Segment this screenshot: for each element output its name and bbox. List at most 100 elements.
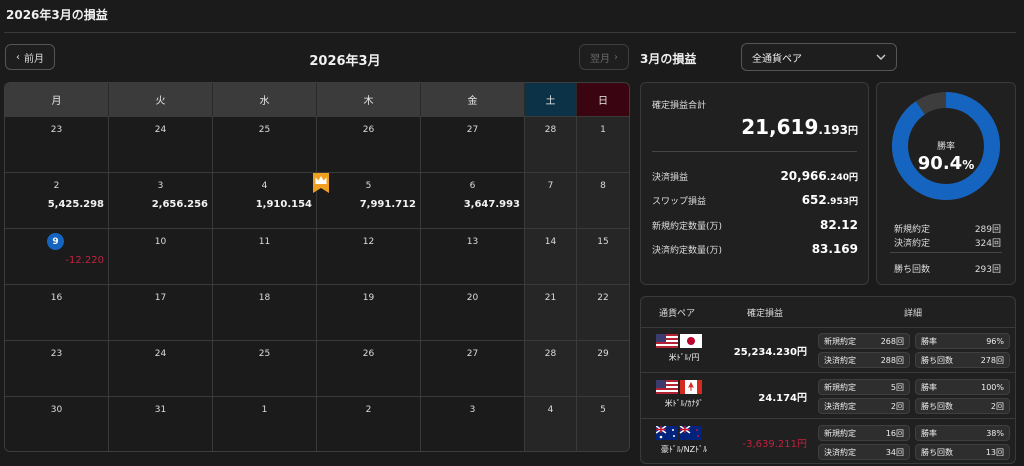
calendar-day-cell[interactable]: 19 bbox=[317, 284, 421, 340]
calendar-day-cell[interactable]: 22 bbox=[577, 284, 629, 340]
win-rate-label: 勝率 bbox=[936, 142, 955, 152]
calendar-day-cell[interactable]: 26 bbox=[317, 116, 421, 172]
day-pnl: 1,910.154 bbox=[255, 199, 312, 210]
usd-cad-flag-icon bbox=[656, 380, 702, 394]
calendar-day-cell[interactable]: 11 bbox=[213, 228, 317, 284]
day-number: 15 bbox=[597, 237, 609, 247]
chevron-right-icon: › bbox=[614, 51, 618, 63]
calendar-day-cell[interactable]: 6 3,647.993 bbox=[421, 172, 525, 228]
day-pnl: 5,425.298 bbox=[47, 199, 104, 210]
day-number: 18 bbox=[258, 293, 271, 303]
currency-pair-select-value: 全通貨ペア bbox=[752, 53, 802, 65]
title-divider bbox=[4, 32, 1016, 33]
calendar-day-cell[interactable]: 2 5,425.298 bbox=[5, 172, 109, 228]
calendar-day-cell[interactable]: 5 bbox=[577, 396, 629, 451]
day-number: 10 bbox=[154, 237, 167, 247]
calendar-day-cell[interactable]: 8 bbox=[577, 172, 629, 228]
calendar-day-cell[interactable]: 25 bbox=[213, 116, 317, 172]
day-number: 16 bbox=[50, 293, 63, 303]
win-rate-chip: 勝率 100% bbox=[915, 379, 1010, 395]
weekday-sun: 日 bbox=[577, 83, 629, 116]
calendar-day-cell[interactable]: 3 2,656.256 bbox=[109, 172, 213, 228]
day-number: 1 bbox=[600, 125, 606, 135]
day-number: 22 bbox=[597, 293, 609, 303]
calendar-day-cell[interactable]: 10 bbox=[109, 228, 213, 284]
day-number: 6 bbox=[469, 181, 476, 191]
wins-chip: 勝ち回数 278回 bbox=[915, 352, 1010, 368]
calendar-day-cell[interactable]: 27 bbox=[421, 116, 525, 172]
calendar-day-cell[interactable]: 30 bbox=[5, 396, 109, 451]
calendar-day-cell[interactable]: 4 bbox=[525, 396, 577, 451]
calendar-day-cell[interactable]: 26 bbox=[317, 340, 421, 396]
day-number: 5 bbox=[365, 181, 372, 191]
calendar-day-cell[interactable]: 14 bbox=[525, 228, 577, 284]
calendar-day-cell[interactable]: 29 bbox=[577, 340, 629, 396]
calendar-day-cell[interactable]: 7 bbox=[525, 172, 577, 228]
calendar-day-cell[interactable]: 15 bbox=[577, 228, 629, 284]
day-number: 19 bbox=[362, 293, 375, 303]
next-month-button[interactable]: 翌月 › bbox=[579, 44, 629, 70]
day-number: 21 bbox=[544, 293, 557, 303]
win-rate-chip: 勝率 96% bbox=[915, 333, 1010, 349]
calendar-day-cell[interactable]: 12 bbox=[317, 228, 421, 284]
weekday-tue: 火 bbox=[109, 83, 213, 116]
calendar-day-cell[interactable]: 25 bbox=[213, 340, 317, 396]
prev-month-button[interactable]: ‹ 前月 bbox=[5, 44, 55, 70]
new-count-chip: 新規約定 16回 bbox=[818, 425, 910, 441]
calendar-day-cell[interactable]: 5 7,991.712 bbox=[317, 172, 421, 228]
pair-pnl: 25,234.230円 bbox=[733, 347, 807, 358]
day-number: 3 bbox=[157, 181, 164, 191]
table-row: 米ﾄﾞﾙ/円 25,234.230円 新規約定 268回 勝率 96% 決済約定 28… bbox=[641, 328, 1015, 373]
calendar-day-cell[interactable]: 31 bbox=[109, 396, 213, 451]
day-number: 23 bbox=[50, 349, 63, 359]
day-pnl: 2,656.256 bbox=[151, 199, 208, 210]
rate-divider bbox=[890, 252, 1002, 253]
header-pair: 通貨ペア bbox=[659, 308, 696, 319]
new-count-chip: 新規約定 268回 bbox=[818, 333, 910, 349]
calendar-day-cell[interactable]: 17 bbox=[109, 284, 213, 340]
calendar-day-cell[interactable]: 20 bbox=[421, 284, 525, 340]
calendar-day-cell[interactable]: 3 bbox=[421, 396, 525, 451]
day-number: 31 bbox=[154, 405, 167, 415]
calendar-day-cell[interactable]: 28 bbox=[525, 116, 577, 172]
day-number: 17 bbox=[154, 293, 167, 303]
weekday-mon: 月 bbox=[5, 83, 109, 116]
currency-pair-table: 通貨ペア 確定損益 詳細 米ﾄﾞﾙ/円 25,234.230円 新規約定 268回… bbox=[640, 296, 1016, 464]
day-pnl: -12.220 bbox=[65, 255, 104, 266]
day-number: 23 bbox=[50, 125, 63, 135]
calendar-day-cell[interactable]: 9 -12.220 bbox=[5, 228, 109, 284]
calendar-day-cell[interactable]: 16 bbox=[5, 284, 109, 340]
calendar-day-cell[interactable]: 24 bbox=[109, 116, 213, 172]
calendar-day-cell[interactable]: 23 bbox=[5, 340, 109, 396]
calendar-day-cell[interactable]: 2 bbox=[317, 396, 421, 451]
day-number: 2 bbox=[365, 405, 372, 415]
calendar-day-cell[interactable]: 27 bbox=[421, 340, 525, 396]
calendar-day-cell[interactable]: 1 bbox=[577, 116, 629, 172]
summary-divider bbox=[652, 151, 857, 152]
day-number: 24 bbox=[154, 125, 167, 135]
calendar-day-cell[interactable]: 18 bbox=[213, 284, 317, 340]
pair-pnl: -3,639.211円 bbox=[742, 439, 807, 450]
win-rate-value: 90.4% bbox=[917, 153, 975, 174]
currency-pair-select[interactable]: 全通貨ペア bbox=[741, 43, 897, 71]
profit-summary-card: 確定損益合計 21,619.193円 決済損益 20,966.240円 スワップ… bbox=[640, 82, 869, 285]
new-quantity-row: 新規約定数量(万) 82.12 bbox=[652, 218, 858, 232]
calendar-day-cell[interactable]: 1 bbox=[213, 396, 317, 451]
calendar-day-cell[interactable]: 13 bbox=[421, 228, 525, 284]
table-row: 米ﾄﾞﾙ/ｶﾅﾀﾞ 24.174円 新規約定 5回 勝率 100% 決済約定 2回 勝… bbox=[641, 374, 1015, 419]
calendar-day-cell[interactable]: 21 bbox=[525, 284, 577, 340]
day-number: 25 bbox=[258, 125, 271, 135]
calendar-day-cell[interactable]: 4 1,910.154 bbox=[213, 172, 317, 228]
prev-month-label: 前月 bbox=[24, 53, 44, 65]
calendar-day-cell[interactable]: 23 bbox=[5, 116, 109, 172]
day-number: 4 bbox=[261, 181, 268, 191]
chevron-down-icon bbox=[876, 54, 886, 60]
weekday-fri: 金 bbox=[421, 83, 525, 116]
weekday-wed: 水 bbox=[213, 83, 317, 116]
day-number: 20 bbox=[466, 293, 479, 303]
calendar-day-cell[interactable]: 28 bbox=[525, 340, 577, 396]
day-number: 7 bbox=[547, 181, 554, 191]
day-number: 5 bbox=[600, 405, 606, 415]
calendar-day-cell[interactable]: 24 bbox=[109, 340, 213, 396]
header-pnl: 確定損益 bbox=[747, 308, 784, 319]
